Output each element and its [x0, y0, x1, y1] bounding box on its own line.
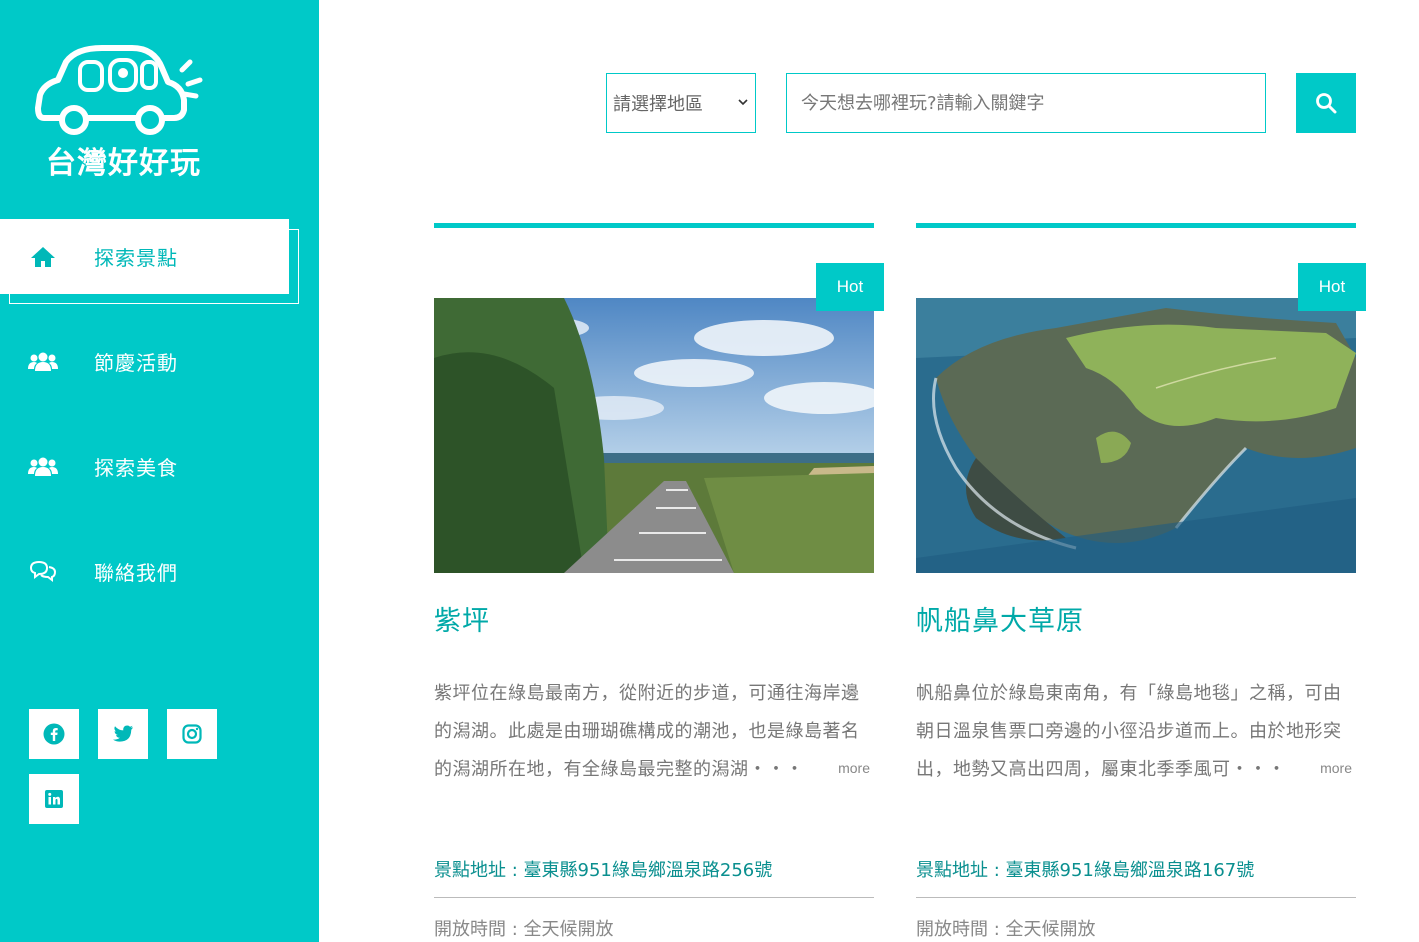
brand-logo[interactable]: 台灣好好玩 — [32, 40, 212, 181]
opening-hours: 開放時間 : 全天候開放 — [434, 919, 614, 940]
twitter-link[interactable] — [98, 709, 148, 759]
users-icon — [28, 454, 58, 478]
divider — [434, 897, 874, 898]
attraction-address: 景點地址 : 臺東縣951綠島鄉溫泉路256號 — [434, 860, 773, 881]
more-link[interactable]: more — [1320, 760, 1352, 776]
sidebar: 台灣好好玩 探索景點 節慶活動 探索美食 聯絡我們 — [0, 0, 319, 942]
sidebar-item-explore-spots[interactable]: 探索景點 — [0, 219, 289, 294]
car-logo-icon — [35, 45, 203, 135]
linkedin-icon — [45, 790, 63, 808]
attraction-description: 紫坪位在綠島最南方，從附近的步道，可通往海岸邊的潟湖。此處是由珊瑚礁構成的潮池，… — [434, 683, 860, 780]
hot-badge: Hot — [816, 263, 884, 311]
hot-badge: Hot — [1298, 263, 1366, 311]
attraction-description: 帆船鼻位於綠島東南角，有「綠島地毯」之稱，可由朝日溫泉售票口旁邊的小徑沿步道而上… — [916, 683, 1342, 780]
region-select-value: 請選擇地區 — [613, 94, 703, 115]
attraction-address: 景點地址 : 臺東縣951綠島鄉溫泉路167號 — [916, 860, 1255, 881]
instagram-link[interactable] — [167, 709, 217, 759]
attraction-title[interactable]: 帆船鼻大草原 — [916, 599, 1084, 638]
attraction-card[interactable]: Hot 帆船鼻大草原 帆船鼻位於綠島東南角，有「綠島地毯」之稱，可由朝日溫泉售票… — [916, 223, 1366, 942]
chevron-down-icon — [738, 99, 748, 106]
region-select[interactable]: 請選擇地區 — [606, 73, 756, 133]
card-top-line — [916, 223, 1356, 228]
instagram-icon — [182, 724, 202, 744]
twitter-icon — [113, 725, 133, 742]
home-icon — [28, 245, 58, 269]
sidebar-item-label: 聯絡我們 — [94, 560, 178, 585]
search-icon — [1316, 93, 1337, 114]
facebook-link[interactable] — [29, 709, 79, 759]
facebook-icon — [43, 723, 65, 745]
sidebar-item-contact[interactable]: 聯絡我們 — [0, 533, 319, 609]
card-top-line — [434, 223, 874, 228]
more-link[interactable]: more — [838, 760, 870, 776]
search-button[interactable] — [1296, 73, 1356, 133]
logo-text: 台灣好好玩 — [46, 146, 201, 181]
users-icon — [28, 349, 58, 373]
attraction-title[interactable]: 紫坪 — [434, 599, 490, 638]
linkedin-link[interactable] — [29, 774, 79, 824]
attraction-photo[interactable] — [434, 298, 874, 573]
divider — [916, 897, 1356, 898]
sidebar-item-label: 節慶活動 — [94, 350, 178, 375]
sidebar-item-festivals[interactable]: 節慶活動 — [0, 323, 319, 399]
sidebar-item-label: 探索景點 — [94, 246, 178, 270]
search-input[interactable] — [786, 73, 1266, 133]
sidebar-item-label: 探索美食 — [94, 455, 178, 480]
sidebar-item-food[interactable]: 探索美食 — [0, 428, 319, 504]
attraction-card[interactable]: Hot 紫坪 紫坪位在綠島最南方，從附近的步道，可通往海岸邊的潟湖。此處是由珊瑚… — [434, 223, 884, 942]
opening-hours: 開放時間 : 全天候開放 — [916, 919, 1096, 940]
attraction-photo[interactable] — [916, 298, 1356, 573]
chat-icon — [28, 559, 58, 583]
